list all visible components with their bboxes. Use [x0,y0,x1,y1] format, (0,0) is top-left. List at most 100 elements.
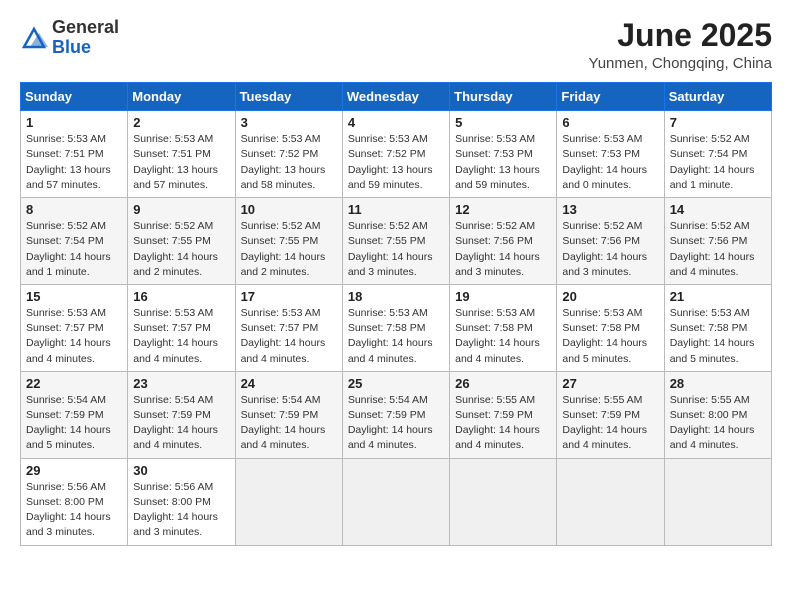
weekday-header-monday: Monday [128,83,235,111]
calendar-cell: 8 Sunrise: 5:52 AM Sunset: 7:54 PM Daylig… [21,198,128,285]
day-number: 15 [26,289,122,304]
day-info: Sunrise: 5:56 AM Sunset: 8:00 PM Dayligh… [133,480,229,541]
day-info: Sunrise: 5:53 AM Sunset: 7:53 PM Dayligh… [562,132,658,193]
calendar-week-2: 8 Sunrise: 5:52 AM Sunset: 7:54 PM Daylig… [21,198,772,285]
day-info: Sunrise: 5:53 AM Sunset: 7:52 PM Dayligh… [241,132,337,193]
day-number: 9 [133,202,229,217]
calendar-cell: 6 Sunrise: 5:53 AM Sunset: 7:53 PM Daylig… [557,111,664,198]
calendar-table: SundayMondayTuesdayWednesdayThursdayFrid… [20,82,772,545]
calendar-cell: 3Sunrise: 5:53 AM Sunset: 7:52 PM Daylig… [235,111,342,198]
day-info: Sunrise: 5:53 AM Sunset: 7:52 PM Dayligh… [348,132,444,193]
logo: General Blue [20,18,119,58]
day-info: Sunrise: 5:52 AM Sunset: 7:54 PM Dayligh… [670,132,766,193]
day-number: 28 [670,376,766,391]
calendar-cell: 29Sunrise: 5:56 AM Sunset: 8:00 PM Dayli… [21,458,128,545]
calendar-cell: 24 Sunrise: 5:54 AM Sunset: 7:59 PM Dayli… [235,371,342,458]
day-info: Sunrise: 5:55 AM Sunset: 8:00 PM Dayligh… [670,393,766,454]
day-info: Sunrise: 5:52 AM Sunset: 7:56 PM Dayligh… [455,219,551,280]
day-info: Sunrise: 5:52 AM Sunset: 7:55 PM Dayligh… [348,219,444,280]
day-number: 8 [26,202,122,217]
day-number: 2 [133,115,229,130]
day-info: Sunrise: 5:52 AM Sunset: 7:54 PM Dayligh… [26,219,122,280]
weekday-header-thursday: Thursday [450,83,557,111]
day-info: Sunrise: 5:53 AM Sunset: 7:51 PM Dayligh… [26,132,122,193]
page: General Blue June 2025 Yunmen, Chongqing… [0,0,792,612]
day-number: 13 [562,202,658,217]
calendar-cell [664,458,771,545]
day-info: Sunrise: 5:54 AM Sunset: 7:59 PM Dayligh… [133,393,229,454]
calendar-header: SundayMondayTuesdayWednesdayThursdayFrid… [21,83,772,111]
day-number: 25 [348,376,444,391]
day-info: Sunrise: 5:52 AM Sunset: 7:55 PM Dayligh… [241,219,337,280]
weekday-header-wednesday: Wednesday [342,83,449,111]
calendar-cell [557,458,664,545]
calendar-title: June 2025 [589,18,772,53]
calendar-cell: 26Sunrise: 5:55 AM Sunset: 7:59 PM Dayli… [450,371,557,458]
day-info: Sunrise: 5:53 AM Sunset: 7:58 PM Dayligh… [562,306,658,367]
day-number: 21 [670,289,766,304]
day-info: Sunrise: 5:53 AM Sunset: 7:57 PM Dayligh… [241,306,337,367]
calendar-cell: 17 Sunrise: 5:53 AM Sunset: 7:57 PM Dayli… [235,284,342,371]
day-info: Sunrise: 5:53 AM Sunset: 7:58 PM Dayligh… [455,306,551,367]
calendar-body: 1 Sunrise: 5:53 AM Sunset: 7:51 PM Daylig… [21,111,772,545]
calendar-cell: 1 Sunrise: 5:53 AM Sunset: 7:51 PM Daylig… [21,111,128,198]
day-info: Sunrise: 5:55 AM Sunset: 7:59 PM Dayligh… [455,393,551,454]
calendar-cell [342,458,449,545]
day-number: 24 [241,376,337,391]
day-number: 19 [455,289,551,304]
calendar-cell: 23 Sunrise: 5:54 AM Sunset: 7:59 PM Dayli… [128,371,235,458]
weekday-header-row: SundayMondayTuesdayWednesdayThursdayFrid… [21,83,772,111]
weekday-header-sunday: Sunday [21,83,128,111]
calendar-week-4: 22 Sunrise: 5:54 AM Sunset: 7:59 PM Dayli… [21,371,772,458]
calendar-cell: 7 Sunrise: 5:52 AM Sunset: 7:54 PM Daylig… [664,111,771,198]
day-info: Sunrise: 5:53 AM Sunset: 7:53 PM Dayligh… [455,132,551,193]
day-info: Sunrise: 5:52 AM Sunset: 7:56 PM Dayligh… [562,219,658,280]
day-number: 6 [562,115,658,130]
weekday-header-friday: Friday [557,83,664,111]
day-number: 20 [562,289,658,304]
calendar-week-1: 1 Sunrise: 5:53 AM Sunset: 7:51 PM Daylig… [21,111,772,198]
day-number: 12 [455,202,551,217]
day-info: Sunrise: 5:53 AM Sunset: 7:57 PM Dayligh… [26,306,122,367]
calendar-cell: 18Sunrise: 5:53 AM Sunset: 7:58 PM Dayli… [342,284,449,371]
calendar-cell: 13 Sunrise: 5:52 AM Sunset: 7:56 PM Dayli… [557,198,664,285]
calendar-cell: 15 Sunrise: 5:53 AM Sunset: 7:57 PM Dayli… [21,284,128,371]
day-number: 1 [26,115,122,130]
day-info: Sunrise: 5:54 AM Sunset: 7:59 PM Dayligh… [26,393,122,454]
logo-text: General Blue [52,18,119,58]
calendar-cell: 19 Sunrise: 5:53 AM Sunset: 7:58 PM Dayli… [450,284,557,371]
day-number: 22 [26,376,122,391]
header: General Blue June 2025 Yunmen, Chongqing… [20,18,772,72]
day-number: 16 [133,289,229,304]
day-info: Sunrise: 5:54 AM Sunset: 7:59 PM Dayligh… [241,393,337,454]
day-number: 7 [670,115,766,130]
weekday-header-saturday: Saturday [664,83,771,111]
day-number: 18 [348,289,444,304]
calendar-cell: 4Sunrise: 5:53 AM Sunset: 7:52 PM Daylig… [342,111,449,198]
day-number: 29 [26,463,122,478]
logo-blue-text: Blue [52,38,119,58]
day-info: Sunrise: 5:53 AM Sunset: 7:57 PM Dayligh… [133,306,229,367]
day-number: 11 [348,202,444,217]
day-number: 23 [133,376,229,391]
calendar-cell: 25 Sunrise: 5:54 AM Sunset: 7:59 PM Dayli… [342,371,449,458]
calendar-cell: 21 Sunrise: 5:53 AM Sunset: 7:58 PM Dayli… [664,284,771,371]
calendar-week-5: 29 Sunrise: 5:56 AM Sunset: 8:00 PM Dayli… [21,458,772,545]
day-number: 17 [241,289,337,304]
day-info: Sunrise: 5:53 AM Sunset: 7:58 PM Dayligh… [670,306,766,367]
calendar-cell: 27Sunrise: 5:55 AM Sunset: 7:59 PM Dayli… [557,371,664,458]
day-info: Sunrise: 5:54 AM Sunset: 7:59 PM Dayligh… [348,393,444,454]
calendar-cell: 30Sunrise: 5:56 AM Sunset: 8:00 PM Dayli… [128,458,235,545]
weekday-header-tuesday: Tuesday [235,83,342,111]
calendar-subtitle: Yunmen, Chongqing, China [589,55,772,72]
calendar-cell: 28 Sunrise: 5:55 AM Sunset: 8:00 PM Dayli… [664,371,771,458]
day-number: 14 [670,202,766,217]
calendar-week-3: 15 Sunrise: 5:53 AM Sunset: 7:57 PM Dayli… [21,284,772,371]
calendar-cell: 5Sunrise: 5:53 AM Sunset: 7:53 PM Daylig… [450,111,557,198]
day-info: Sunrise: 5:53 AM Sunset: 7:51 PM Dayligh… [133,132,229,193]
logo-general-text: General [52,18,119,38]
calendar-cell: 10 Sunrise: 5:52 AM Sunset: 7:55 PM Dayli… [235,198,342,285]
calendar-cell: 12 Sunrise: 5:52 AM Sunset: 7:56 PM Dayli… [450,198,557,285]
calendar-cell [235,458,342,545]
day-number: 10 [241,202,337,217]
